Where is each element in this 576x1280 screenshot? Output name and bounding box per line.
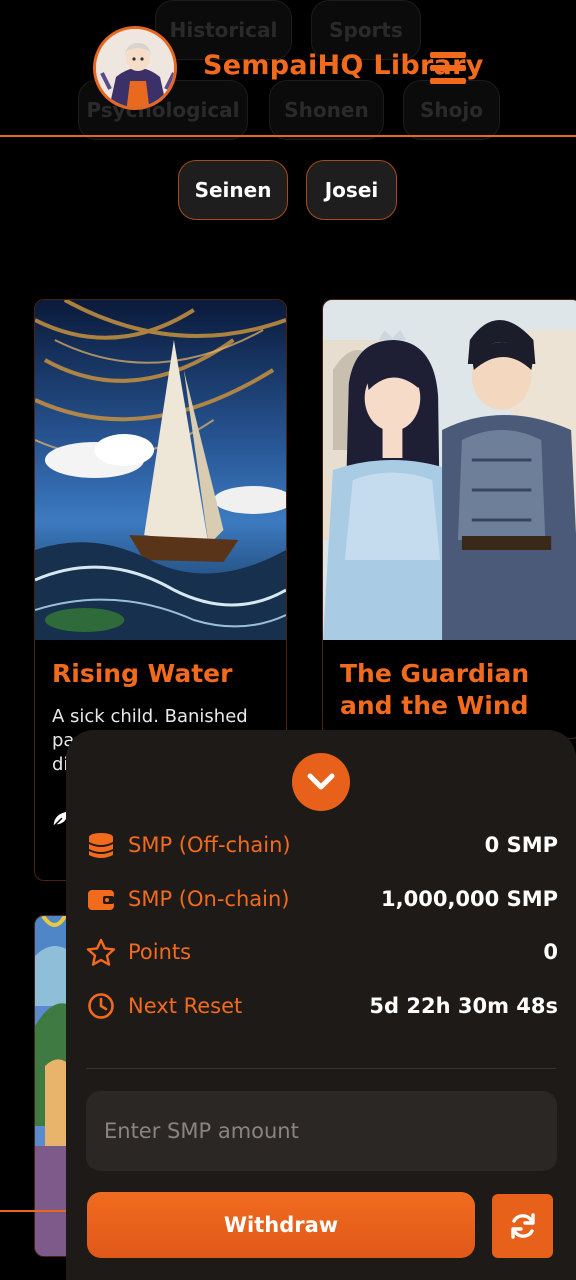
chevron-down-icon (307, 773, 335, 790)
wallet-row-onchain: SMP (On-chain) 1,000,000 SMP (86, 882, 558, 916)
next-reset-label: Next Reset (128, 994, 243, 1018)
offchain-label: SMP (Off-chain) (128, 833, 291, 857)
onchain-balance: 1,000,000 SMP (381, 887, 558, 911)
genre-chip-shojo[interactable]: Shojo (403, 80, 500, 140)
menu-bar (430, 52, 466, 58)
genre-chip-seinen[interactable]: Seinen (178, 160, 288, 220)
collapse-panel-button[interactable] (292, 753, 350, 811)
withdraw-button[interactable]: Withdraw (87, 1192, 475, 1258)
card-title[interactable]: Rising Water (52, 658, 282, 690)
wallet-icon (86, 884, 116, 914)
panel-divider (86, 1068, 556, 1069)
bottom-divider (0, 1210, 70, 1212)
refresh-icon (510, 1213, 535, 1239)
cover-art-princess-and-knight (323, 300, 576, 640)
coins-stack-icon (86, 830, 116, 860)
onchain-label: SMP (On-chain) (128, 887, 290, 911)
smp-amount-input[interactable] (86, 1091, 557, 1171)
header-divider (0, 135, 576, 137)
cover-art-sailing-ship (35, 300, 286, 640)
wallet-panel: SMP (Off-chain) 0 SMP SMP (On-chain) 1,0… (66, 730, 576, 1280)
next-reset-countdown: 5d 22h 30m 48s (369, 994, 558, 1018)
star-icon (86, 937, 116, 967)
points-label: Points (128, 940, 192, 964)
anime-avatar[interactable] (93, 26, 177, 110)
refresh-button[interactable] (492, 1194, 553, 1258)
genre-chip-josei[interactable]: Josei (306, 160, 397, 220)
offchain-balance: 0 SMP (484, 833, 558, 857)
wallet-row-offchain: SMP (Off-chain) 0 SMP (86, 828, 558, 862)
menu-bar (430, 65, 466, 71)
card-title[interactable]: The Guardian and the Wind (340, 658, 570, 722)
menu-bar (430, 78, 466, 84)
points-value: 0 (543, 940, 558, 964)
wallet-row-next-reset: Next Reset 5d 22h 30m 48s (86, 989, 558, 1023)
clock-icon (86, 991, 116, 1021)
wallet-row-points: Points 0 (86, 935, 558, 969)
novel-card-guardian-and-wind[interactable]: The Guardian and the Wind (322, 299, 576, 739)
genre-chip-shonen[interactable]: Shonen (269, 80, 384, 140)
hamburger-menu-icon[interactable] (430, 52, 466, 84)
